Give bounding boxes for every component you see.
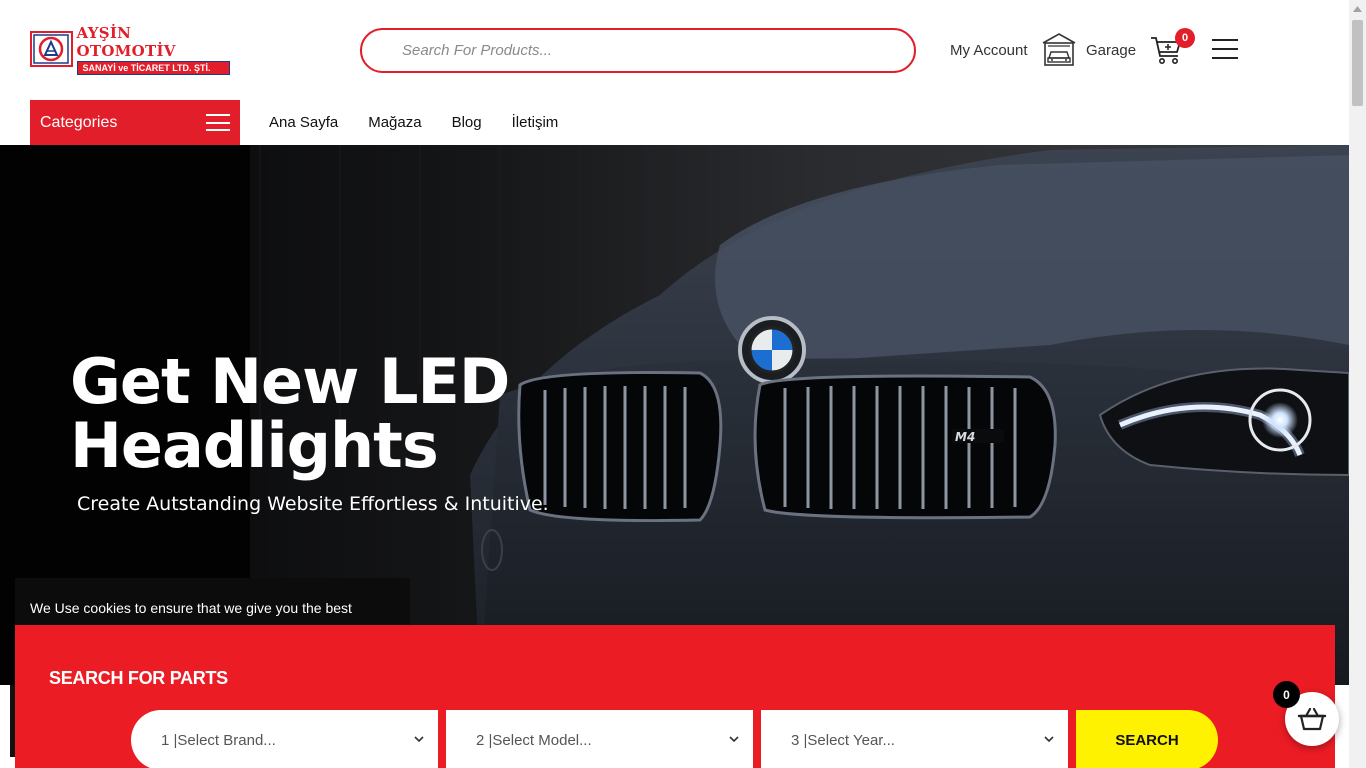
search-input[interactable] [402,42,914,59]
categories-menu-icon [206,114,230,131]
floating-cart-count: 0 [1273,681,1300,708]
logo-name: AYŞİN OTOMOTİV [76,23,176,60]
hero-title-line1: Get New LED [70,345,510,418]
chevron-down-icon [729,736,739,743]
chevron-down-icon [414,736,424,743]
hero-title: Get New LED Headlights [70,350,590,478]
logo-tagline: SANAYİ ve TİCARET LTD. ŞTİ. [76,60,230,75]
basket-icon [1297,707,1327,731]
categories-label: Categories [40,113,118,131]
my-account-link[interactable]: My Account [950,42,1028,59]
model-select-value: 2 |Select Model... [476,731,592,749]
year-select-value: 3 |Select Year... [791,731,895,749]
product-search-bar[interactable] [360,28,916,73]
cart-count-badge: 0 [1175,28,1195,48]
brand-select-value: 1 |Select Brand... [161,731,276,749]
logo-text: AYŞİN OTOMOTİV SANAYİ ve TİCARET LTD. ŞT… [76,23,230,75]
m4-badge: M4 [955,430,975,444]
nav-link-blog[interactable]: Blog [452,114,482,131]
nav-link-iletisim[interactable]: İletişim [512,114,559,131]
nav-link-ana-sayfa[interactable]: Ana Sayfa [269,114,338,131]
cookie-text: We Use cookies to ensure that we give yo… [30,600,352,616]
year-select[interactable]: 3 |Select Year... [761,710,1068,768]
hero-title-line2: Headlights [70,409,439,482]
categories-button[interactable]: Categories [30,100,240,145]
garage-link[interactable]: Garage [1086,42,1136,59]
page: AYŞİN OTOMOTİV SANAYİ ve TİCARET LTD. ŞT… [0,0,1366,768]
scrollbar-thumb[interactable] [1352,20,1363,106]
logo-emblem-icon [30,31,73,67]
menu-icon[interactable] [1212,39,1238,59]
main-nav: Ana Sayfa Mağaza Blog İletişim [269,114,558,131]
garage-icon[interactable] [1041,31,1077,67]
chevron-down-icon [1044,736,1054,743]
nav-link-magaza[interactable]: Mağaza [368,114,421,131]
scroll-up-arrow-icon[interactable] [1349,0,1366,17]
brand-select[interactable]: 1 |Select Brand... [131,710,438,768]
parts-finder-title: SEARCH FOR PARTS [49,668,228,688]
page-scrollbar[interactable] [1349,0,1366,768]
parts-finder: SEARCH FOR PARTS 1 |Select Brand... 2 |S… [15,625,1335,768]
hero-subtitle: Create Autstanding Website Effortless & … [77,493,549,515]
parts-search-button[interactable]: SEARCH [1076,710,1218,768]
site-logo[interactable]: AYŞİN OTOMOTİV SANAYİ ve TİCARET LTD. ŞT… [30,24,230,75]
model-select[interactable]: 2 |Select Model... [446,710,753,768]
